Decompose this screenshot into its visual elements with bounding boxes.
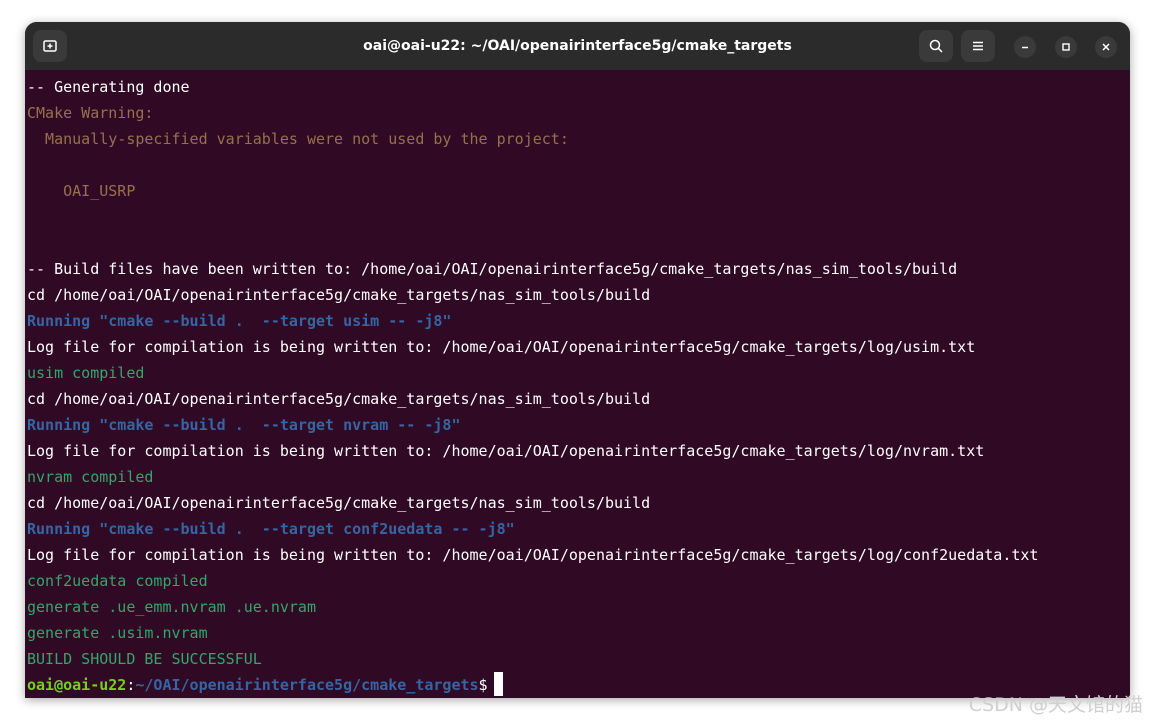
search-button[interactable] xyxy=(919,30,953,62)
terminal-prompt-line[interactable]: oai@oai-u22:~/OAI/openairinterface5g/cma… xyxy=(25,672,1130,698)
terminal-cursor xyxy=(493,672,503,696)
hamburger-menu-icon xyxy=(973,41,983,51)
terminal-line: nvram compiled xyxy=(27,468,154,486)
prompt-user-host: oai@oai-u22 xyxy=(27,676,127,694)
terminal-line: Running "cmake --build . --target conf2u… xyxy=(27,520,515,538)
watermark: CSDN @天文馆的猫 xyxy=(968,694,1143,716)
prompt-symbol: $ xyxy=(478,676,488,694)
terminal-output[interactable]: -- Generating done CMake Warning: Manuall… xyxy=(25,70,1130,698)
title-bar[interactable]: oai@oai-u22: ~/OAI/openairinterface5g/cm… xyxy=(25,22,1130,70)
terminal-line: -- Build files have been written to: /ho… xyxy=(27,260,958,278)
minimize-button[interactable] xyxy=(1014,36,1036,58)
terminal-line: Log file for compilation is being writte… xyxy=(27,546,1039,564)
terminal-line: BUILD SHOULD BE SUCCESSFUL xyxy=(27,650,262,668)
terminal-line: CMake Warning: xyxy=(27,104,154,122)
terminal-line: generate .usim.nvram xyxy=(27,624,208,642)
terminal-line: generate .ue_emm.nvram .ue.nvram xyxy=(27,598,316,616)
terminal-lines: -- Generating done CMake Warning: Manuall… xyxy=(25,74,1130,672)
terminal-line: cd /home/oai/OAI/openairinterface5g/cmak… xyxy=(27,494,651,512)
terminal-window: oai@oai-u22: ~/OAI/openairinterface5g/cm… xyxy=(25,22,1130,698)
terminal-line: conf2uedata compiled xyxy=(27,572,208,590)
menu-button[interactable] xyxy=(961,30,995,62)
prompt-path: ~/OAI/openairinterface5g/cmake_targets xyxy=(135,676,479,694)
terminal-line: cd /home/oai/OAI/openairinterface5g/cmak… xyxy=(27,286,651,304)
terminal-line: Log file for compilation is being writte… xyxy=(27,338,976,356)
terminal-line: -- Generating done xyxy=(27,78,190,96)
maximize-button[interactable] xyxy=(1055,36,1077,58)
close-button[interactable] xyxy=(1095,36,1117,58)
close-icon xyxy=(1102,43,1110,51)
minimize-icon xyxy=(1022,46,1028,49)
terminal-line: Running "cmake --build . --target nvram … xyxy=(27,416,461,434)
terminal-line: OAI_USRP xyxy=(27,182,136,200)
terminal-line: Running "cmake --build . --target usim -… xyxy=(27,312,452,330)
terminal-line: cd /home/oai/OAI/openairinterface5g/cmak… xyxy=(27,390,651,408)
terminal-line: Log file for compilation is being writte… xyxy=(27,442,985,460)
maximize-icon xyxy=(1062,43,1070,51)
search-icon xyxy=(929,39,943,53)
terminal-line: usim compiled xyxy=(27,364,145,382)
terminal-line: Manually-specified variables were not us… xyxy=(27,130,569,148)
